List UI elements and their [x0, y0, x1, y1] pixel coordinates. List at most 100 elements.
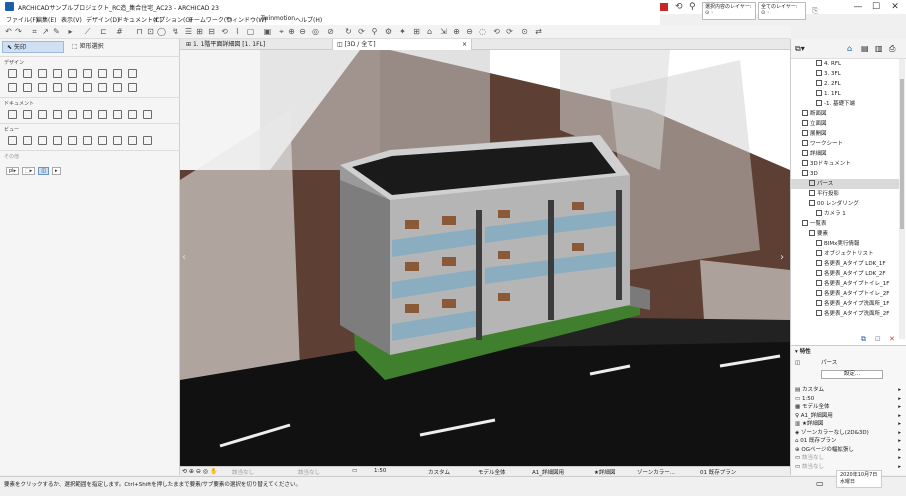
reload-icon[interactable]: ⟳ — [357, 27, 366, 36]
undo-icon[interactable]: ↶ — [4, 27, 13, 36]
navigator-item[interactable]: 平行投影 — [791, 189, 899, 199]
spline-tool-icon[interactable] — [128, 110, 137, 119]
tab-arrow-select[interactable]: ⬉ 矢印 — [2, 41, 64, 53]
layer-combination-combo[interactable]: 全てのレイヤー: ⊙ ◦ — [758, 2, 806, 20]
settings-button[interactable]: 設定... — [821, 370, 883, 379]
menu-design[interactable]: デザイン(D) — [86, 15, 119, 24]
layer-extra-icon[interactable]: ⎘ — [812, 6, 818, 16]
menu-help[interactable]: ヘルプ(H) — [295, 15, 322, 24]
slab-tool-icon[interactable] — [8, 83, 17, 92]
refresh-icon[interactable]: ↻ — [344, 27, 353, 36]
pointer-mode-button[interactable]: ▸ — [52, 167, 61, 175]
swap-icon[interactable]: ⇄ — [534, 27, 543, 36]
flag-icon[interactable] — [660, 3, 668, 11]
layer-combination-value[interactable]: カスタム — [428, 468, 450, 476]
wall-tool-icon[interactable] — [8, 69, 17, 78]
stair-tool-icon[interactable] — [23, 83, 32, 92]
walk-icon[interactable]: ⊙ — [520, 27, 529, 36]
navigator-menu-icon[interactable]: ⧉▾ — [795, 44, 805, 54]
filled-box-icon[interactable]: ▣ — [263, 27, 272, 36]
nav-left-chevron[interactable]: ‹ — [182, 252, 186, 263]
view-map-tab-icon[interactable]: ▤ — [861, 44, 869, 53]
layout-icon[interactable]: ⊞ — [412, 27, 421, 36]
tab-3d-view[interactable]: ◫ [3D / 全て] × — [332, 39, 472, 50]
figure-tool-icon[interactable] — [128, 136, 137, 145]
navigator-item[interactable]: 一覧表 — [791, 219, 899, 229]
menu-view[interactable]: 表示(V) — [61, 15, 82, 24]
detail-tool-icon[interactable] — [68, 136, 77, 145]
object-tool-icon[interactable] — [98, 69, 107, 78]
curtain-wall-tool-icon[interactable] — [68, 69, 77, 78]
menu-twinmotion[interactable]: Twinmotion — [261, 15, 295, 22]
home-icon[interactable]: ⌂ — [425, 27, 434, 36]
text-tool-icon[interactable] — [38, 110, 47, 119]
frame-icon[interactable]: ⊡ — [146, 27, 155, 36]
pen-set-value[interactable]: A1_詳細図用 — [532, 468, 564, 476]
menu-options[interactable]: オプション(O) — [153, 15, 192, 24]
undo-history-icon[interactable]: ⟲ — [675, 2, 683, 12]
tab-floor-plan[interactable]: ⊞ 1. 1階平面詳細図 [1. 1FL] — [182, 39, 332, 50]
zoom-out-icon[interactable]: ⊖ — [298, 27, 307, 36]
minimize-button[interactable]: — — [848, 1, 868, 13]
scrollbar-thumb[interactable] — [900, 79, 904, 229]
label-tool-icon[interactable] — [53, 110, 62, 119]
navigator-item[interactable]: ワークシート — [791, 139, 899, 149]
zone-color-value[interactable]: ゾーンカラー... — [637, 468, 675, 476]
minus-grid-icon[interactable]: ⊟ — [207, 27, 216, 36]
orbit-left-icon[interactable]: ⟲ — [492, 27, 501, 36]
orbit-icon[interactable]: ◌ — [478, 27, 487, 36]
zoom-plus-icon[interactable]: ⊕ — [452, 27, 461, 36]
interior-elevation-tool-icon[interactable] — [38, 136, 47, 145]
scale-value[interactable]: 1:50 — [374, 468, 386, 474]
shell-tool-icon[interactable] — [128, 69, 137, 78]
circle-icon[interactable]: ◯ — [157, 27, 166, 36]
navigator-item[interactable]: 要素 — [791, 229, 899, 239]
menu-file[interactable]: ファイル(F) — [6, 15, 38, 24]
navigator-item[interactable]: 4. RFL — [791, 59, 899, 69]
skylight-tool-icon[interactable] — [113, 83, 122, 92]
marquee-mode-button[interactable]: ⬚▸ — [22, 167, 36, 175]
zone-tool-icon[interactable] — [83, 83, 92, 92]
new-view-icon[interactable]: ⧉ — [861, 335, 866, 344]
section-tool-icon[interactable] — [8, 136, 17, 145]
elevation-tool-icon[interactable] — [23, 136, 32, 145]
view-nav-icons[interactable]: ⟲ ⊕ ⊖ ◎ ✋ — [182, 468, 217, 475]
redo-zoom-value[interactable]: 該当なし — [298, 468, 320, 476]
line-icon[interactable]: ⟋ — [83, 27, 92, 36]
project-map-icon[interactable]: ⌂ — [847, 44, 852, 53]
fill-tool-icon[interactable] — [68, 110, 77, 119]
navigator-item[interactable]: 詳細図 — [791, 149, 899, 159]
polyline-tool-icon[interactable] — [113, 110, 122, 119]
resize-icon[interactable]: ⇲ — [439, 27, 448, 36]
window-tool-icon[interactable] — [53, 69, 62, 78]
rotate-icon[interactable]: ⟲ — [220, 27, 229, 36]
beam-tool-icon[interactable] — [38, 69, 47, 78]
target-icon[interactable]: ⌖ — [277, 27, 286, 36]
navigator-item[interactable]: 断面図 — [791, 109, 899, 119]
navigator-item[interactable]: 各更表_Aタイプ LDK_2F — [791, 269, 899, 279]
pet-palette-button[interactable]: pl▸ — [6, 167, 20, 175]
forbid-icon[interactable]: ⊘ — [326, 27, 335, 36]
navigator-item[interactable]: 3Dドキュメント — [791, 159, 899, 169]
grid-icon[interactable]: ⌗ — [30, 27, 39, 36]
search-icon[interactable]: ⚲ — [370, 27, 379, 36]
list-icon[interactable]: ☰ — [184, 27, 193, 36]
undo-zoom-value[interactable]: 該当なし — [232, 468, 254, 476]
camera-tool-icon[interactable] — [98, 136, 107, 145]
hotspot-tool-icon[interactable] — [143, 110, 152, 119]
navigator-item[interactable]: 各更表_Aタイプ LDK_1F — [791, 259, 899, 269]
arc-tool-icon[interactable] — [98, 110, 107, 119]
navigator-item[interactable]: 各更表_Aタイプトイレ_2F — [791, 289, 899, 299]
navigator-item[interactable]: 各更表_Aタイプトイレ_1F — [791, 279, 899, 289]
navigator-item[interactable]: 各更表_Aタイプ洗面所_2F — [791, 309, 899, 319]
delete-view-icon[interactable]: ✕ — [889, 335, 895, 343]
bracket-icon[interactable]: ⊏ — [99, 27, 108, 36]
plus-grid-icon[interactable]: ⊞ — [195, 27, 204, 36]
grid-element-tool-icon[interactable] — [113, 136, 122, 145]
corner-window-tool-icon[interactable] — [128, 83, 137, 92]
level-dimension-tool-icon[interactable] — [23, 110, 32, 119]
model-view-value[interactable]: モデル全体 — [478, 468, 506, 476]
worksheet-tool-icon[interactable] — [53, 136, 62, 145]
navigator-item[interactable]: 00 レンダリング — [791, 199, 899, 209]
fit-icon[interactable]: ◎ — [311, 27, 320, 36]
